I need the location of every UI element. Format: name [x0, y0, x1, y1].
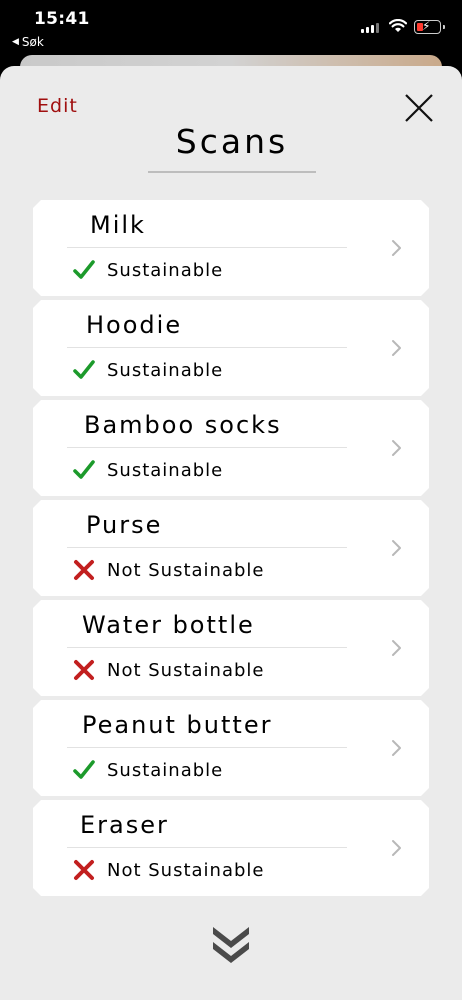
scan-item[interactable]: Water bottle Not Sustainable [33, 600, 429, 696]
sustainability-status: Sustainable [73, 759, 223, 781]
cellular-signal-icon [361, 23, 379, 33]
chevron-right-icon [391, 338, 403, 358]
cross-icon [73, 559, 95, 581]
scan-item[interactable]: Hoodie Sustainable [33, 300, 429, 396]
chevron-right-icon [391, 838, 403, 858]
status-time: 15:41 [34, 9, 90, 29]
sustainability-status: Sustainable [73, 459, 223, 481]
cross-icon [73, 659, 95, 681]
item-divider [67, 547, 347, 548]
status-label: Sustainable [107, 259, 224, 281]
sustainability-status: Not Sustainable [73, 859, 265, 881]
edit-button[interactable]: Edit [37, 95, 78, 117]
item-divider [67, 247, 347, 248]
status-label: Sustainable [107, 359, 224, 381]
scan-list: Milk Sustainable Hoodie Sustainable Bamboo s… [33, 200, 429, 900]
status-label: Not Sustainable [107, 559, 265, 581]
status-label: Sustainable [107, 459, 224, 481]
scan-item[interactable]: Eraser Not Sustainable [33, 800, 429, 896]
page-title: Scans [175, 122, 289, 161]
cross-icon [73, 859, 95, 881]
item-divider [67, 747, 347, 748]
title-underline [148, 171, 316, 173]
scan-item-name: Hoodie [86, 311, 183, 339]
scan-item-name: Eraser [80, 811, 169, 839]
checkmark-icon [73, 459, 95, 481]
scan-item[interactable]: Purse Not Sustainable [33, 500, 429, 596]
scan-item-name: Peanut butter [82, 711, 273, 739]
chevron-right-icon [391, 538, 403, 558]
close-icon[interactable] [404, 93, 434, 123]
sustainability-status: Not Sustainable [73, 659, 265, 681]
status-bar: 15:41 ◀ Søk ⚡ [0, 0, 462, 54]
chevron-right-icon [391, 438, 403, 458]
item-divider [67, 647, 347, 648]
checkmark-icon [73, 759, 95, 781]
scan-item-name: Bamboo socks [84, 411, 282, 439]
scan-item-name: Purse [86, 511, 163, 539]
chevron-right-icon [391, 638, 403, 658]
chevron-right-icon [391, 238, 403, 258]
scan-item[interactable]: Peanut butter Sustainable [33, 700, 429, 796]
scan-item-name: Water bottle [82, 611, 255, 639]
sustainability-status: Sustainable [73, 359, 223, 381]
back-arrow-icon: ◀ [12, 37, 19, 47]
checkmark-icon [73, 259, 95, 281]
back-app-label: Søk [21, 35, 44, 49]
sustainability-status: Sustainable [73, 259, 223, 281]
status-label: Not Sustainable [107, 859, 265, 881]
double-chevron-down-icon[interactable] [210, 924, 252, 966]
back-to-app-link[interactable]: ◀ Søk [12, 35, 44, 49]
scan-item-name: Milk [90, 211, 146, 239]
wifi-icon [389, 19, 407, 32]
sustainability-status: Not Sustainable [73, 559, 265, 581]
scans-sheet: Edit Scans Milk Sustainable Hoodie Sustaina… [0, 66, 462, 1000]
status-label: Not Sustainable [107, 659, 265, 681]
checkmark-icon [73, 359, 95, 381]
battery-icon: ⚡ [414, 19, 445, 34]
scan-item[interactable]: Bamboo socks Sustainable [33, 400, 429, 496]
item-divider [67, 847, 347, 848]
status-label: Sustainable [107, 759, 224, 781]
scan-item[interactable]: Milk Sustainable [33, 200, 429, 296]
item-divider [67, 447, 347, 448]
chevron-right-icon [391, 738, 403, 758]
item-divider [67, 347, 347, 348]
